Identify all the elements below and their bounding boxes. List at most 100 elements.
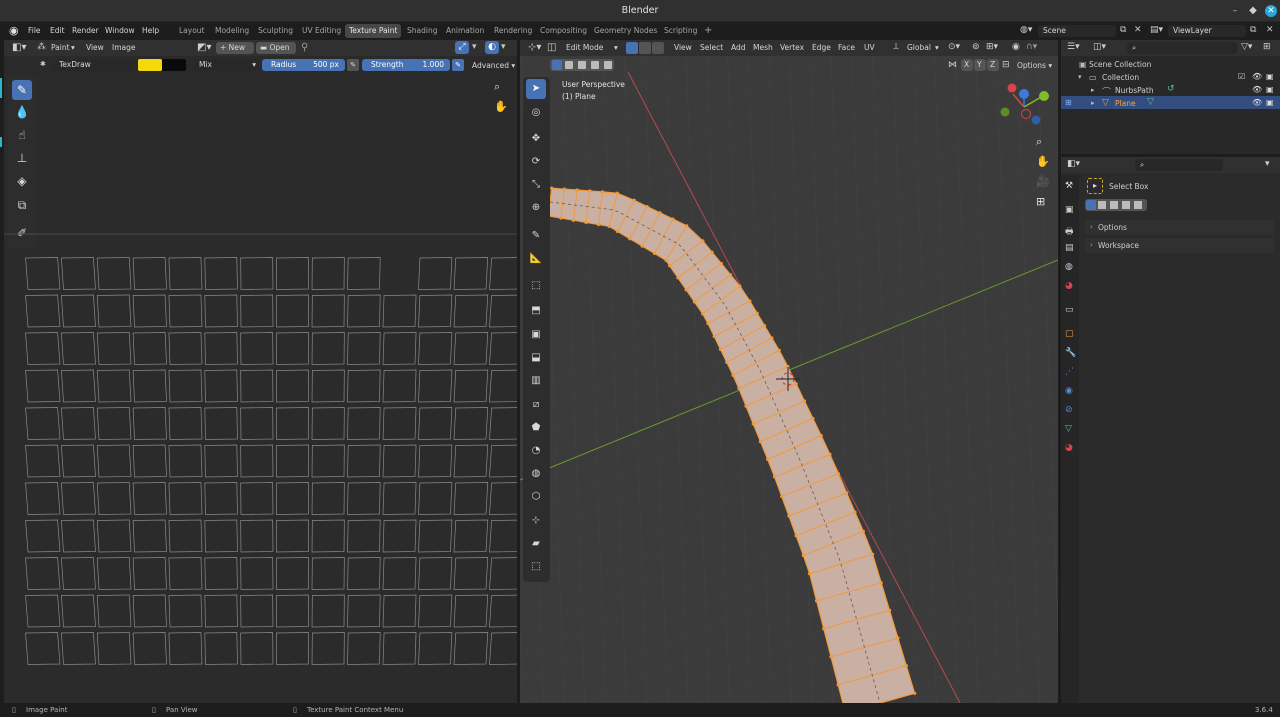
expand-arrow-icon[interactable]: ▸ [1091,99,1095,107]
edit-mode-icon[interactable]: ◫ [547,42,556,53]
mesh-vertex[interactable] [615,229,620,233]
strength-slider[interactable]: Strength 1.000 [362,59,450,71]
mesh-vertex[interactable] [772,475,777,479]
auto-merge-icon[interactable]: ⊟ [1002,60,1010,70]
select-extend-icon[interactable] [565,61,573,69]
mesh-vertex[interactable] [615,191,619,195]
mesh-vertex[interactable] [628,237,632,241]
editor-type-icon[interactable]: ◧▾ [12,42,26,53]
mesh-vertex[interactable] [710,250,714,254]
mesh-vertex[interactable] [794,382,798,386]
filter-icon[interactable]: ▽▾ [1241,42,1252,52]
mesh-vertex[interactable] [571,218,576,222]
data-tab-icon[interactable]: ▽ [1065,424,1072,434]
face-select-icon[interactable] [652,42,664,54]
tab-sculpting[interactable]: Sculpting [254,24,297,38]
mesh-vertex[interactable] [762,324,767,328]
mesh-vertex[interactable] [550,186,554,190]
render-tab-icon[interactable]: ▣ [1065,205,1074,215]
zoom-icon[interactable]: ⌕ [1036,135,1042,149]
mesh-vertex[interactable] [588,189,592,193]
mesh-vertex[interactable] [559,216,563,220]
workspace-panel[interactable]: › Workspace [1085,238,1274,253]
scale-icon[interactable]: ⤡ [526,175,546,195]
select-invert-icon[interactable] [1122,201,1130,209]
mesh-vertex[interactable] [596,222,601,227]
checkbox-icon[interactable]: ☑ [1238,72,1245,81]
mesh-vertex[interactable] [808,572,812,576]
mesh-vertex[interactable] [836,683,840,687]
eye-icon[interactable]: 👁 [1252,85,1262,94]
mesh-vertex[interactable] [861,529,865,533]
mesh-vertex[interactable] [845,491,849,495]
secondary-color-swatch[interactable] [162,59,186,71]
menu-file[interactable]: File [28,26,41,35]
advanced-dropdown[interactable]: Advanced ▾ [472,61,515,70]
edit-mode-indicator-icon[interactable]: ⊞ [1065,98,1072,107]
tab-animation[interactable]: Animation [442,24,488,38]
neg-y-axis-icon[interactable] [1000,107,1010,117]
grid-icon[interactable]: ⊞ [1036,195,1045,208]
eye-icon[interactable]: 👁 [1252,72,1262,81]
tab-compositing[interactable]: Compositing [536,24,591,38]
view-layer-tab-icon[interactable]: ▤ [1065,243,1074,253]
mesh-vertex[interactable] [853,510,857,514]
new-collection-icon[interactable]: ⊞ [1263,42,1271,52]
mesh-vertex[interactable] [728,273,733,277]
view-layer-field[interactable]: ViewLayer [1168,25,1246,37]
mode-dropdown[interactable]: Edit Mode [566,43,603,52]
mesh-vertex[interactable] [794,534,798,538]
physics-tab-icon[interactable]: ◉ [1065,386,1073,396]
neg-z-axis-icon[interactable] [1031,115,1041,125]
mesh-vertex[interactable] [701,239,705,243]
minimize-icon[interactable]: – [1229,5,1241,17]
falloff-icon[interactable]: ∩▾ [1026,42,1037,52]
menu-add[interactable]: Add [731,43,746,52]
mesh-vertex[interactable] [822,627,826,631]
mesh-vertex[interactable] [802,399,807,403]
smooth-icon[interactable]: ◍ [526,464,546,484]
vertex-select-icon[interactable] [626,42,638,54]
outliner-type-icon[interactable]: ☰▾ [1067,42,1080,52]
menu-vertex[interactable]: Vertex [780,43,804,52]
mesh-vertex[interactable] [562,187,567,191]
spin-icon[interactable]: ◔ [526,441,546,461]
blender-logo-icon[interactable]: ◉ [9,24,19,37]
outliner-search-input[interactable]: ⌕ [1127,42,1237,54]
clone-brush-icon[interactable]: ⊥ [12,148,32,168]
soften-brush-icon[interactable]: 💧 [12,102,32,122]
mesh-vertex[interactable] [814,599,819,603]
shrink-fatten-icon[interactable]: ⊹ [526,511,546,531]
mesh-vertex[interactable] [676,276,680,280]
camera-icon[interactable]: ▣ [1266,85,1274,94]
smear-brush-icon[interactable]: ☝ [12,125,32,145]
select-box-icon[interactable]: ➤ [526,79,546,99]
mesh-vertex[interactable] [584,220,588,224]
select-intersect-icon[interactable] [604,61,612,69]
scene-selector-icon[interactable]: ◍▾ [1020,25,1032,35]
menu-face[interactable]: Face [838,43,855,52]
mesh-vertex[interactable] [640,244,644,248]
orientation-dropdown[interactable]: Global [907,43,931,52]
mirror-z-toggle[interactable]: Z [987,59,999,71]
options-dropdown[interactable]: Options ▾ [1017,61,1052,70]
world-tab-icon[interactable]: ◕ [1065,281,1073,291]
select-new-icon[interactable] [1086,200,1096,210]
move-icon[interactable]: ✥ [526,129,546,149]
mesh-vertex[interactable] [766,457,770,461]
y-axis-icon[interactable] [1039,91,1049,101]
fill-brush-icon[interactable]: ◈ [12,171,32,191]
extrude-icon[interactable]: ⬒ [526,301,546,321]
uv-canvas[interactable] [4,232,517,703]
menu-window[interactable]: Window [105,26,135,35]
tab-layout[interactable]: Layout [175,24,209,38]
mesh-vertex[interactable] [758,440,763,444]
bevel-icon[interactable]: ⬓ [526,348,546,368]
delete-view-layer-icon[interactable]: ✕ [1266,25,1274,35]
scene-name-field[interactable]: Scene [1038,25,1116,37]
primary-color-swatch[interactable] [138,59,162,71]
menu-view[interactable]: View [674,43,692,52]
menu-select[interactable]: Select [700,43,723,52]
loop-cut-icon[interactable]: ▥ [526,371,546,391]
tab-modeling[interactable]: Modeling [211,24,253,38]
